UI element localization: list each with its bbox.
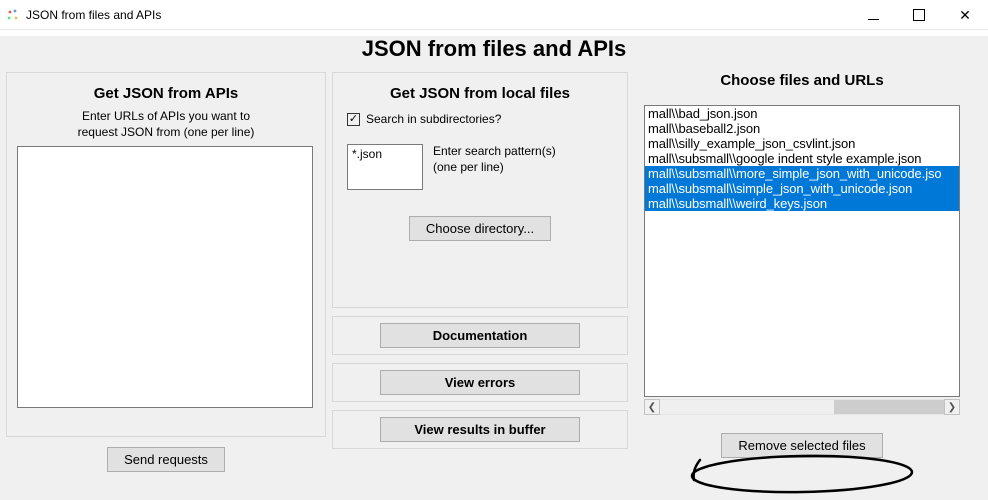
files-h-scrollbar[interactable]: ❮ ❯ [644, 399, 960, 415]
search-subdirs-label: Search in subdirectories? [366, 112, 501, 126]
choose-dir-wrap: Choose directory... [343, 216, 617, 241]
api-urls-input[interactable] [17, 146, 313, 408]
scroll-left-arrow-icon[interactable]: ❮ [644, 399, 660, 415]
scroll-thumb[interactable] [834, 400, 944, 414]
apis-help-text: Enter URLs of APIs you want to request J… [17, 108, 315, 140]
remove-selected-files-button[interactable]: Remove selected files [721, 433, 882, 458]
documentation-button[interactable]: Documentation [380, 323, 580, 348]
local-files-heading: Get JSON from local files [343, 85, 617, 102]
apis-help-line1: Enter URLs of APIs you want to [82, 109, 250, 123]
list-item[interactable]: mall\\silly_example_json_csvlint.json [645, 136, 959, 151]
list-item[interactable]: mall\\subsmall\\weird_keys.json [645, 196, 959, 211]
pattern-help: Enter search pattern(s) (one per line) [433, 144, 556, 175]
apis-panel: Get JSON from APIs Enter URLs of APIs yo… [6, 72, 326, 437]
search-pattern-input[interactable] [347, 144, 423, 190]
pattern-help-line2: (one per line) [433, 160, 504, 174]
view-results-button[interactable]: View results in buffer [380, 417, 580, 442]
pattern-row: Enter search pattern(s) (one per line) [347, 144, 617, 190]
files-heading: Choose files and URLs [634, 72, 970, 89]
list-item[interactable]: mall\\subsmall\\simple_json_with_unicode… [645, 181, 959, 196]
files-listbox[interactable]: mall\\bad_json.jsonmall\\baseball2.jsonm… [644, 105, 960, 397]
search-subdirs-checkbox[interactable]: ✓ [347, 113, 360, 126]
column-local-files: Get JSON from local files ✓ Search in su… [332, 72, 628, 472]
view-errors-panel: View errors [332, 363, 628, 402]
minimize-button[interactable] [850, 0, 896, 30]
remove-files-wrap: Remove selected files [634, 433, 970, 458]
titlebar: JSON from files and APIs ✕ [0, 0, 988, 30]
maximize-button[interactable] [896, 0, 942, 30]
search-subdirs-row: ✓ Search in subdirectories? [347, 112, 617, 126]
scroll-track[interactable] [660, 399, 944, 415]
app-icon [0, 8, 26, 22]
send-requests-wrap: Send requests [6, 447, 326, 472]
list-item[interactable]: mall\\subsmall\\google indent style exam… [645, 151, 959, 166]
window-title: JSON from files and APIs [26, 8, 850, 22]
documentation-panel: Documentation [332, 316, 628, 355]
view-results-panel: View results in buffer [332, 410, 628, 449]
column-apis: Get JSON from APIs Enter URLs of APIs yo… [6, 72, 326, 472]
close-button[interactable]: ✕ [942, 0, 988, 30]
columns: Get JSON from APIs Enter URLs of APIs yo… [6, 72, 982, 472]
pattern-help-line1: Enter search pattern(s) [433, 144, 556, 158]
list-item[interactable]: mall\\bad_json.json [645, 106, 959, 121]
choose-directory-button[interactable]: Choose directory... [409, 216, 551, 241]
apis-help-line2: request JSON from (one per line) [78, 125, 255, 139]
apis-heading: Get JSON from APIs [17, 85, 315, 102]
list-item[interactable]: mall\\baseball2.json [645, 121, 959, 136]
column-files-urls: Choose files and URLs mall\\bad_json.jso… [634, 72, 970, 472]
view-errors-button[interactable]: View errors [380, 370, 580, 395]
main-heading: JSON from files and APIs [6, 36, 982, 62]
list-item[interactable]: mall\\subsmall\\more_simple_json_with_un… [645, 166, 959, 181]
local-files-panel: Get JSON from local files ✓ Search in su… [332, 72, 628, 308]
window-controls: ✕ [850, 0, 988, 29]
send-requests-button[interactable]: Send requests [107, 447, 225, 472]
client-area: JSON from files and APIs Get JSON from A… [0, 36, 988, 500]
scroll-right-arrow-icon[interactable]: ❯ [944, 399, 960, 415]
